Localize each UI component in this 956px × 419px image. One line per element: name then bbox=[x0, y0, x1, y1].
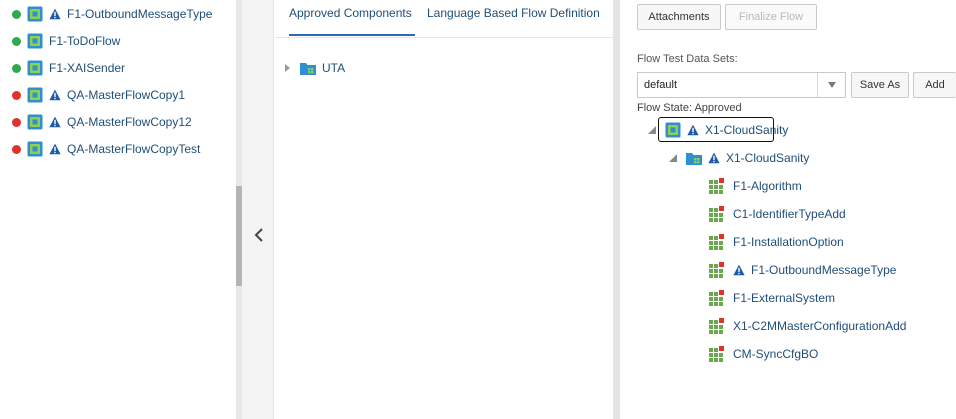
folder-icon bbox=[686, 150, 702, 166]
component-icon bbox=[709, 206, 725, 222]
warning-icon bbox=[49, 89, 61, 101]
flow-icon bbox=[27, 60, 43, 76]
attachments-button[interactable]: Attachments bbox=[637, 4, 721, 30]
tree-leaf[interactable]: F1-InstallationOption bbox=[709, 232, 844, 252]
warning-icon bbox=[733, 264, 745, 276]
flow-list-item[interactable]: QA-MasterFlowCopyTest bbox=[12, 139, 200, 159]
collapse-left-button[interactable] bbox=[250, 224, 268, 246]
flow-list-item-label: F1-XAISender bbox=[49, 61, 126, 75]
component-icon bbox=[709, 178, 725, 194]
tree-leaf[interactable]: C1-IdentifierTypeAdd bbox=[709, 204, 846, 224]
warning-icon bbox=[708, 152, 720, 164]
flow-state-label: Flow State: Approved bbox=[637, 102, 742, 114]
chevron-down-icon bbox=[827, 82, 836, 88]
flow-icon bbox=[665, 122, 681, 138]
flow-list-item-label: F1-OutboundMessageType bbox=[67, 7, 213, 21]
tree-leaf-label: F1-InstallationOption bbox=[733, 235, 844, 249]
save-as-button[interactable]: Save As bbox=[851, 72, 909, 98]
flow-list-item-label: QA-MasterFlowCopy1 bbox=[67, 88, 186, 102]
flow-list-item[interactable]: F1-OutboundMessageType bbox=[12, 4, 212, 24]
component-icon bbox=[709, 290, 725, 306]
collapse-arrow-icon[interactable] bbox=[668, 153, 678, 163]
tab-label: Language Based Flow Definition bbox=[427, 6, 600, 20]
component-icon bbox=[709, 346, 725, 362]
warning-icon bbox=[49, 116, 61, 128]
flow-icon bbox=[27, 6, 43, 22]
warning-icon bbox=[49, 143, 61, 155]
tree-node-child[interactable]: X1-CloudSanity bbox=[668, 148, 809, 168]
flow-list-item[interactable]: F1-ToDoFlow bbox=[12, 31, 120, 51]
flow-icon bbox=[27, 141, 43, 157]
add-button[interactable]: Add bbox=[913, 72, 956, 98]
expand-arrow-icon[interactable] bbox=[282, 63, 292, 73]
tree-item-label: UTA bbox=[322, 61, 346, 75]
status-dot-green-icon bbox=[12, 63, 21, 73]
folder-icon bbox=[300, 60, 316, 76]
flow-list-item[interactable]: QA-MasterFlowCopy12 bbox=[12, 112, 192, 132]
status-dot-green-icon bbox=[12, 9, 21, 19]
tree-leaf[interactable]: F1-ExternalSystem bbox=[709, 288, 835, 308]
component-icon bbox=[709, 234, 725, 250]
status-dot-green-icon bbox=[12, 36, 21, 46]
tree-leaf-label: CM-SyncCfgBO bbox=[733, 347, 819, 361]
tree-item-uta[interactable]: UTA bbox=[282, 60, 345, 76]
tree-node-label: X1-CloudSanity bbox=[726, 151, 810, 165]
tab-language-based-flow-definition[interactable]: Language Based Flow Definition bbox=[427, 6, 607, 36]
status-dot-red-icon bbox=[12, 117, 21, 127]
tabs-divider bbox=[275, 37, 613, 38]
flow-list-item[interactable]: F1-XAISender bbox=[12, 58, 125, 78]
tree-leaf-label: F1-ExternalSystem bbox=[733, 291, 836, 305]
component-icon bbox=[709, 262, 725, 278]
collapse-panel bbox=[242, 0, 274, 419]
flow-list-panel: F1-OutboundMessageType F1-ToDoFlow F1-XA… bbox=[0, 0, 236, 419]
warning-icon bbox=[49, 8, 61, 20]
flow-icon bbox=[27, 33, 43, 49]
flow-test-data-sets-select[interactable]: default bbox=[637, 72, 846, 98]
tree-leaf[interactable]: X1-C2MMasterConfigurationAdd bbox=[709, 316, 906, 336]
tree-leaf[interactable]: F1-OutboundMessageType bbox=[709, 260, 896, 280]
tree-leaf[interactable]: F1-Algorithm bbox=[709, 176, 802, 196]
tree-leaf-label: F1-Algorithm bbox=[733, 179, 802, 193]
select-value: default bbox=[644, 79, 678, 91]
flow-icon bbox=[27, 114, 43, 130]
tree-leaf-label: X1-C2MMasterConfigurationAdd bbox=[733, 319, 907, 333]
tree-leaf[interactable]: CM-SyncCfgBO bbox=[709, 344, 818, 364]
tree-node-root[interactable]: X1-CloudSanity bbox=[647, 120, 788, 140]
finalize-flow-button[interactable]: Finalize Flow bbox=[725, 4, 817, 30]
flow-list-item-label: QA-MasterFlowCopyTest bbox=[67, 142, 201, 156]
flow-icon bbox=[27, 87, 43, 103]
chevron-left-icon bbox=[254, 228, 263, 242]
status-dot-red-icon bbox=[12, 144, 21, 154]
dropdown-caret[interactable] bbox=[817, 73, 845, 97]
flow-test-data-sets-label: Flow Test Data Sets: bbox=[637, 53, 738, 65]
component-icon bbox=[709, 318, 725, 334]
tree-leaf-label: F1-OutboundMessageType bbox=[751, 263, 897, 277]
warning-icon bbox=[687, 124, 699, 136]
tab-label: Approved Components bbox=[289, 6, 412, 20]
tab-approved-components[interactable]: Approved Components bbox=[289, 6, 415, 36]
flow-list-item[interactable]: QA-MasterFlowCopy1 bbox=[12, 85, 185, 105]
tree-node-label: X1-CloudSanity bbox=[705, 123, 789, 137]
flow-list-item-label: QA-MasterFlowCopy12 bbox=[67, 115, 192, 129]
tree-leaf-label: C1-IdentifierTypeAdd bbox=[733, 207, 846, 221]
panel-divider-scrollbar[interactable] bbox=[613, 0, 620, 419]
status-dot-red-icon bbox=[12, 90, 21, 100]
flow-list-item-label: F1-ToDoFlow bbox=[49, 34, 121, 48]
collapse-arrow-icon[interactable] bbox=[647, 125, 657, 135]
